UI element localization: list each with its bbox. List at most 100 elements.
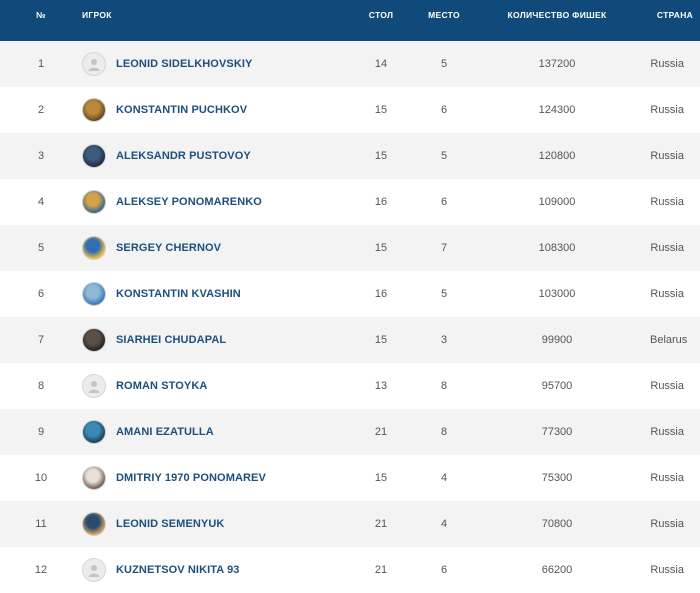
table-row[interactable]: 6 KONSTANTIN KVASHIN 16 5 103000 Russia (0, 271, 700, 317)
player-cell: SERGEY CHERNOV (82, 225, 338, 271)
player-name-link[interactable]: AMANI EZATULLA (116, 426, 214, 438)
rank-cell: 10 (34, 472, 48, 484)
player-name-link[interactable]: SIARHEI CHUDAPAL (116, 334, 226, 346)
player-name-link[interactable]: KUZNETSOV NIKITA 93 (116, 564, 240, 576)
player-name-link[interactable]: SERGEY CHERNOV (116, 242, 221, 254)
rank-cell: 11 (35, 518, 47, 530)
seat-number-cell: 5 (440, 58, 448, 70)
country-cell: Russia (650, 472, 684, 484)
table-row[interactable]: 4 ALEKSEY PONOMARENKO 16 6 109000 Russia (0, 179, 700, 225)
country-cell: Russia (650, 288, 684, 300)
table-number-cell: 15 (374, 334, 388, 346)
country-cell: Russia (650, 58, 684, 70)
chip-count-cell: 103000 (538, 288, 576, 300)
header-rank[interactable]: № (0, 0, 82, 41)
rank-cell: 1 (37, 58, 45, 70)
player-name-link[interactable]: LEONID SEMENYUK (116, 518, 224, 530)
player-photo-avatar[interactable] (82, 190, 106, 214)
player-cell: DMITRIY 1970 PONOMAREV (82, 455, 338, 501)
player-photo-avatar[interactable] (82, 144, 106, 168)
seat-number-cell: 7 (440, 242, 448, 254)
chip-count-cell: 75300 (541, 472, 573, 484)
chip-count-cell: 120800 (538, 150, 576, 162)
player-name-link[interactable]: ALEKSANDR PUSTOVOY (116, 150, 251, 162)
player-cell: KONSTANTIN KVASHIN (82, 271, 338, 317)
player-cell: AMANI EZATULLA (82, 409, 338, 455)
chip-count-table: № ИГРОК СТОЛ МЕСТО КОЛИЧЕСТВО ФИШЕК СТРА… (0, 0, 700, 593)
header-country[interactable]: СТРАНА (650, 0, 700, 41)
player-cell: KUZNETSOV NIKITA 93 (82, 547, 338, 593)
player-photo-avatar[interactable] (82, 98, 106, 122)
table-row[interactable]: 2 KONSTANTIN PUCHKOV 15 6 124300 Russia (0, 87, 700, 133)
rank-cell: 5 (37, 242, 45, 254)
table-number-cell: 21 (374, 426, 388, 438)
player-name-link[interactable]: KONSTANTIN KVASHIN (116, 288, 241, 300)
player-photo-avatar[interactable] (82, 328, 106, 352)
table-row[interactable]: 11 LEONID SEMENYUK 21 4 70800 Russia (0, 501, 700, 547)
table-number-cell: 13 (374, 380, 388, 392)
country-cell: Russia (650, 196, 684, 208)
country-cell: Russia (650, 150, 684, 162)
chip-count-cell: 137200 (538, 58, 576, 70)
seat-number-cell: 8 (440, 426, 448, 438)
seat-number-cell: 6 (440, 564, 448, 576)
player-name-link[interactable]: DMITRIY 1970 PONOMAREV (116, 472, 266, 484)
table-number-cell: 15 (374, 150, 388, 162)
chip-count-cell: 95700 (541, 380, 573, 392)
table-row[interactable]: 12 KUZNETSOV NIKITA 93 21 6 66200 Russia (0, 547, 700, 593)
chip-count-cell: 109000 (538, 196, 576, 208)
chip-count-cell: 77300 (541, 426, 573, 438)
header-seat[interactable]: МЕСТО (424, 0, 464, 41)
player-cell: KONSTANTIN PUCHKOV (82, 87, 338, 133)
seat-number-cell: 5 (440, 288, 448, 300)
rank-cell: 2 (37, 104, 45, 116)
placeholder-avatar-icon[interactable] (82, 52, 106, 76)
player-cell: ALEKSANDR PUSTOVOY (82, 133, 338, 179)
rank-cell: 3 (37, 150, 45, 162)
rank-cell: 4 (37, 196, 45, 208)
player-name-link[interactable]: LEONID SIDELKHOVSKIY (116, 58, 252, 70)
country-cell: Russia (650, 104, 684, 116)
table-row[interactable]: 5 SERGEY CHERNOV 15 7 108300 Russia (0, 225, 700, 271)
country-cell: Russia (650, 242, 684, 254)
table-row[interactable]: 10 DMITRIY 1970 PONOMAREV 15 4 75300 Russia (0, 455, 700, 501)
table-number-cell: 16 (374, 196, 388, 208)
header-player[interactable]: ИГРОК (82, 0, 338, 41)
player-cell: LEONID SIDELKHOVSKIY (82, 41, 338, 87)
table-row[interactable]: 9 AMANI EZATULLA 21 8 77300 Russia (0, 409, 700, 455)
player-photo-avatar[interactable] (82, 236, 106, 260)
seat-number-cell: 5 (440, 150, 448, 162)
seat-number-cell: 8 (440, 380, 448, 392)
rank-cell: 6 (37, 288, 45, 300)
header-chips[interactable]: КОЛИЧЕСТВО ФИШЕК (464, 0, 650, 41)
country-cell: Russia (650, 380, 684, 392)
header-table[interactable]: СТОЛ (338, 0, 424, 41)
country-cell: Russia (650, 518, 684, 530)
player-cell: ALEKSEY PONOMARENKO (82, 179, 338, 225)
player-name-link[interactable]: KONSTANTIN PUCHKOV (116, 104, 247, 116)
seat-number-cell: 4 (440, 472, 448, 484)
player-photo-avatar[interactable] (82, 282, 106, 306)
table-number-cell: 21 (374, 518, 388, 530)
seat-number-cell: 6 (440, 104, 448, 116)
table-number-cell: 15 (374, 104, 388, 116)
player-name-link[interactable]: ROMAN STOYKA (116, 380, 207, 392)
table-row[interactable]: 7 SIARHEI CHUDAPAL 15 3 99900 Belarus (0, 317, 700, 363)
player-name-link[interactable]: ALEKSEY PONOMARENKO (116, 196, 262, 208)
country-cell: Belarus (650, 334, 688, 346)
table-row[interactable]: 3 ALEKSANDR PUSTOVOY 15 5 120800 Russia (0, 133, 700, 179)
player-photo-avatar[interactable] (82, 420, 106, 444)
rank-cell: 7 (37, 334, 45, 346)
player-photo-avatar[interactable] (82, 512, 106, 536)
player-cell: LEONID SEMENYUK (82, 501, 338, 547)
table-number-cell: 14 (374, 58, 388, 70)
table-row[interactable]: 1 LEONID SIDELKHOVSKIY 14 5 137200 Russia (0, 41, 700, 87)
placeholder-avatar-icon[interactable] (82, 374, 106, 398)
seat-number-cell: 4 (440, 518, 448, 530)
player-photo-avatar[interactable] (82, 466, 106, 490)
chip-count-cell: 124300 (538, 104, 576, 116)
placeholder-avatar-icon[interactable] (82, 558, 106, 582)
country-cell: Russia (650, 426, 684, 438)
chip-count-cell: 66200 (541, 564, 573, 576)
table-row[interactable]: 8 ROMAN STOYKA 13 8 95700 Russia (0, 363, 700, 409)
